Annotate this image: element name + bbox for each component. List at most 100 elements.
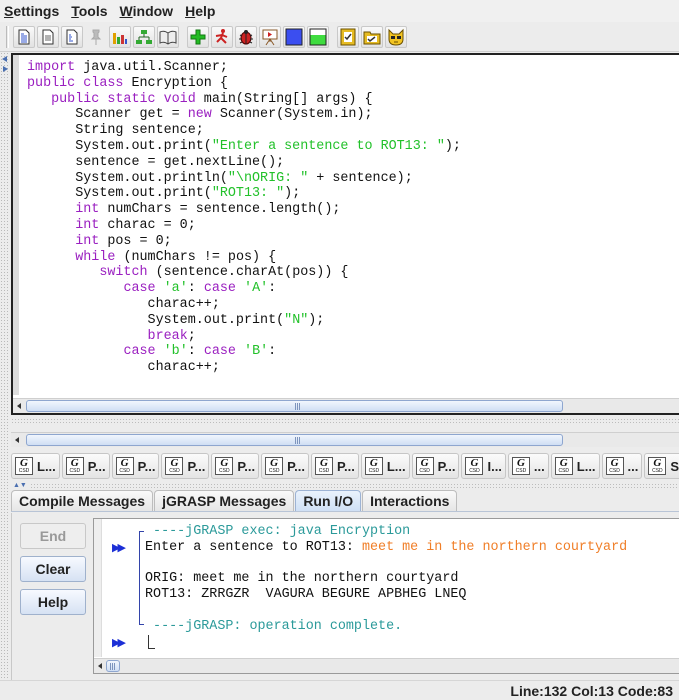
editor-splitter[interactable] <box>11 418 679 424</box>
window-tab[interactable]: G CSD L... <box>550 453 600 479</box>
window-tab[interactable]: G CSD S <box>644 453 679 479</box>
code-editor[interactable]: import java.util.Scanner; public class En… <box>11 53 679 415</box>
console-output[interactable]: ▶▶ ▶▶ ----jGRASP exec: java Encryption E… <box>102 519 679 657</box>
tab-run-i-o[interactable]: Run I/O <box>295 490 362 511</box>
book-button[interactable] <box>157 25 179 48</box>
split-arrows-icon[interactable]: ▲▼ <box>13 482 27 489</box>
left-dock-strip[interactable] <box>0 52 10 680</box>
code-line[interactable]: System.out.print("Enter a sentence to RO… <box>27 139 679 155</box>
bar-chart-button[interactable] <box>109 25 131 48</box>
clear-button[interactable]: Clear <box>20 556 86 582</box>
check-folder-icon <box>363 28 381 46</box>
compile-button[interactable] <box>187 25 209 48</box>
tab-interactions[interactable]: Interactions <box>362 490 458 511</box>
code-line[interactable]: import java.util.Scanner; <box>27 60 679 76</box>
input-cursor[interactable] <box>148 635 155 649</box>
code-line[interactable]: int charac = 0; <box>27 218 679 234</box>
hierarchy-button[interactable] <box>133 25 155 48</box>
window-tab[interactable]: G CSD L... <box>11 453 60 479</box>
csd-window-icon: G CSD <box>265 457 284 475</box>
csd-window-icon: G CSD <box>511 457 530 475</box>
csd-window-icon: G CSD <box>15 457 33 475</box>
window-tab[interactable]: G CSD P... <box>411 453 460 479</box>
menu-settings[interactable]: Settings <box>4 3 59 19</box>
debug-button[interactable] <box>235 25 257 48</box>
blue-square-button[interactable] <box>283 25 305 48</box>
window-tab-label: P... <box>337 458 355 474</box>
new-file-button[interactable] <box>13 25 35 48</box>
window-tab[interactable]: G CSD P... <box>111 453 160 479</box>
pin-button[interactable] <box>85 26 107 48</box>
menu-bar: Settings Tools Window Help <box>0 0 679 22</box>
window-tab-bar: G CSD L... G CSD P... G CSD P... G CSD P... G CSD P...… <box>11 452 679 480</box>
csd-window-icon: G CSD <box>554 457 573 475</box>
scrollbar-thumb[interactable] <box>26 400 563 412</box>
help-button[interactable]: Help <box>20 589 86 615</box>
toolbar-grip[interactable] <box>6 25 9 48</box>
collapse-left-icon[interactable] <box>2 56 7 62</box>
window-tab[interactable]: G CSD P... <box>211 453 260 479</box>
code-line[interactable]: System.out.print("N"); <box>27 313 679 329</box>
code-line[interactable]: System.out.print("ROT13: "); <box>27 186 679 202</box>
window-tab[interactable]: G CSD... <box>507 453 549 479</box>
file-icon <box>39 28 57 46</box>
csd-window-icon: G CSD <box>364 457 383 475</box>
orig-line: ORIG: meet me in the northern courtyard <box>145 571 459 587</box>
window-tab[interactable]: G CSD L... <box>360 453 410 479</box>
editor-horizontal-scrollbar[interactable] <box>13 398 679 413</box>
check-folder-button[interactable] <box>361 25 383 48</box>
scroll-left-icon[interactable] <box>17 403 21 409</box>
tab-compile-messages[interactable]: Compile Messages <box>11 490 154 511</box>
console-gutter <box>94 519 102 657</box>
run-io-console[interactable]: ▶▶ ▶▶ ----jGRASP exec: java Encryption E… <box>93 518 679 674</box>
code-line[interactable]: String sentence; <box>27 123 679 139</box>
code-line[interactable]: case 'b': case 'B': <box>27 344 679 360</box>
window-tab[interactable]: G CSD P... <box>261 453 309 479</box>
code-line[interactable]: charac++; <box>27 360 679 376</box>
cat-button[interactable] <box>385 25 407 48</box>
code-line[interactable]: public static void main(String[] args) { <box>27 92 679 108</box>
menu-window[interactable]: Window <box>120 3 174 19</box>
user-input-text: meet me in the northern courtyard <box>361 539 628 555</box>
console-horizontal-scrollbar[interactable] <box>94 658 679 673</box>
scrollbar-thumb[interactable] <box>106 660 120 672</box>
run-button[interactable] <box>211 25 233 48</box>
source-code[interactable]: import java.util.Scanner; public class En… <box>27 60 679 376</box>
green-window-icon <box>309 28 327 46</box>
checklist-button[interactable] <box>337 25 359 48</box>
window-tab-label: P... <box>237 458 256 474</box>
code-line[interactable]: int pos = 0; <box>27 234 679 250</box>
open-file-button[interactable] <box>37 25 59 48</box>
window-tab-label: L... <box>37 458 56 474</box>
code-line[interactable]: public class Encryption { <box>27 76 679 92</box>
end-button[interactable]: End <box>20 523 86 549</box>
window-tab[interactable]: G CSD P... <box>311 453 359 479</box>
presentation-button[interactable] <box>259 25 281 48</box>
menu-help[interactable]: Help <box>185 3 215 19</box>
code-line[interactable]: System.out.println("\nORIG: " + sentence… <box>27 171 679 187</box>
code-area[interactable]: import java.util.Scanner; public class En… <box>13 55 679 395</box>
code-line[interactable]: int numChars = sentence.length(); <box>27 202 679 218</box>
file-button[interactable] <box>61 25 83 48</box>
code-line[interactable]: Scanner get = new Scanner(System.in); <box>27 107 679 123</box>
window-tab[interactable]: G CSD P... <box>61 453 110 479</box>
window-tab[interactable]: G CSD P... <box>161 453 210 479</box>
code-line[interactable]: charac++; <box>27 297 679 313</box>
green-window-button[interactable] <box>307 25 329 48</box>
scrollbar-thumb[interactable] <box>26 434 563 446</box>
scroll-left-icon[interactable] <box>15 437 19 443</box>
code-line[interactable]: break; <box>27 329 679 345</box>
code-line[interactable]: while (numChars != pos) { <box>27 250 679 266</box>
message-splitter[interactable] <box>30 483 679 488</box>
window-tab[interactable]: G CSD... <box>601 453 643 479</box>
code-line[interactable]: case 'a': case 'A': <box>27 281 679 297</box>
tab-jgrasp-messages[interactable]: jGRASP Messages <box>154 490 295 511</box>
run-bracket <box>139 531 144 625</box>
window-tab[interactable]: G CSD I... <box>461 453 506 479</box>
code-line[interactable]: sentence = get.nextLine(); <box>27 155 679 171</box>
menu-tools[interactable]: Tools <box>71 3 107 19</box>
expand-right-icon[interactable] <box>3 66 8 72</box>
code-line[interactable]: switch (sentence.charAt(pos)) { <box>27 265 679 281</box>
desktop-horizontal-scrollbar[interactable] <box>11 432 679 447</box>
scroll-left-icon[interactable] <box>98 663 102 669</box>
